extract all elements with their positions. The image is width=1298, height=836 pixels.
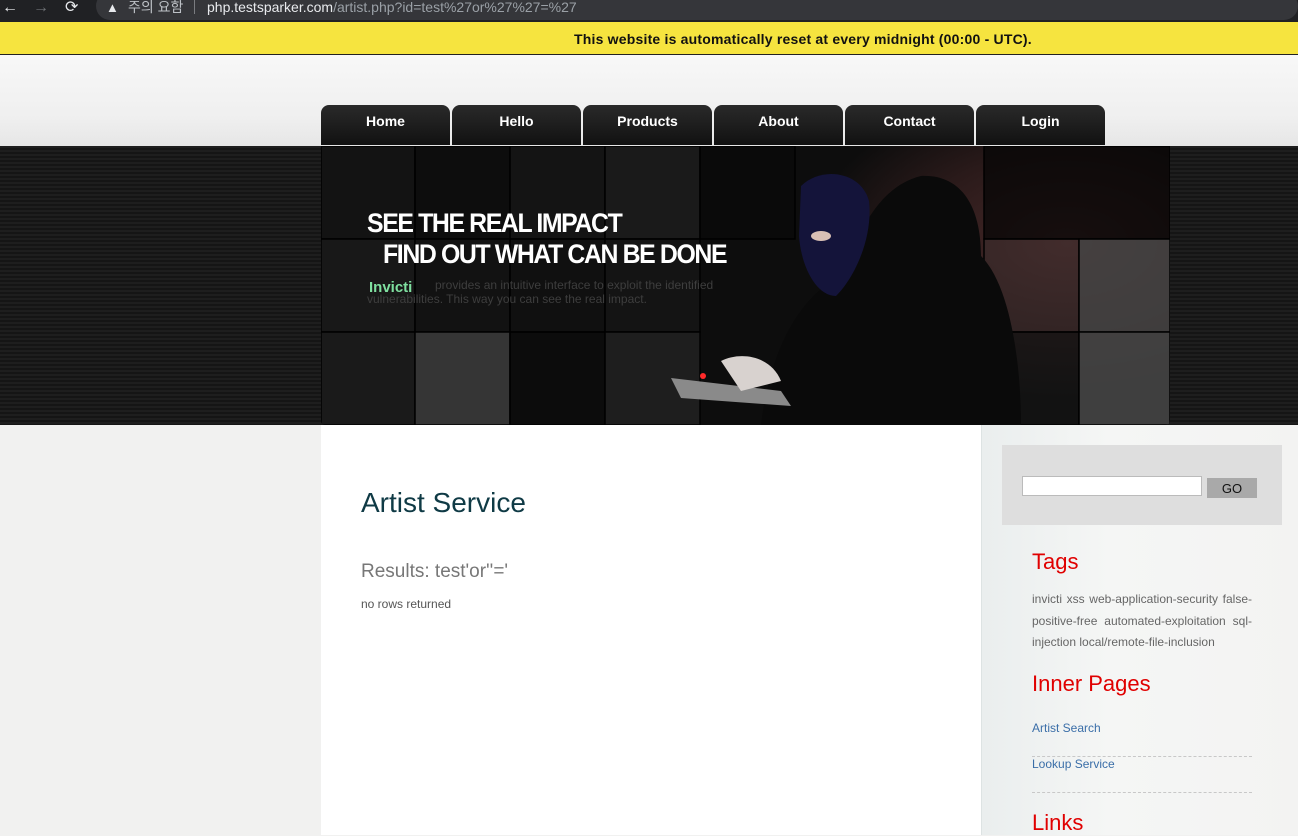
- back-arrow-icon[interactable]: ←: [2, 0, 18, 16]
- nav-tab-products[interactable]: Products: [583, 105, 712, 145]
- url-text[interactable]: php.testsparker.com/artist.php?id=test%2…: [207, 0, 577, 15]
- tag-link[interactable]: local/remote-file-inclusion: [1079, 635, 1214, 649]
- reload-icon[interactable]: ⟳: [65, 0, 78, 16]
- main-content: Artist Service Results: test'or''=' no r…: [321, 425, 981, 835]
- url-host: php.testsparker.com: [207, 0, 334, 15]
- tag-link[interactable]: web-application-security: [1089, 592, 1218, 606]
- results-heading: Results: test'or''=': [361, 561, 509, 582]
- links-heading: Links: [1032, 810, 1084, 835]
- hero-description-text: provides an intuitive interface to explo…: [367, 278, 714, 306]
- url-path: /artist.php?id=test%27or%27%27=%27: [333, 0, 577, 15]
- nav-tab-contact[interactable]: Contact: [845, 105, 974, 145]
- nav-tab-login[interactable]: Login: [976, 105, 1105, 145]
- inner-link-artist-search[interactable]: Artist Search: [1032, 721, 1252, 757]
- tag-link[interactable]: invicti: [1032, 592, 1062, 606]
- reset-notice-banner: This website is automatically reset at e…: [0, 22, 1298, 55]
- hero-description: provides an intuitive interface to explo…: [367, 278, 757, 306]
- tag-link[interactable]: automated-exploitation: [1104, 614, 1225, 628]
- hero-headline-2: FIND OUT WHAT CAN BE DONE: [383, 239, 728, 269]
- warning-icon[interactable]: ▲: [106, 1, 119, 14]
- no-rows-message: no rows returned: [361, 597, 452, 611]
- inner-link-label[interactable]: Artist Search: [1032, 721, 1101, 735]
- inner-link-label[interactable]: Lookup Service: [1032, 757, 1115, 771]
- tag-link[interactable]: xss: [1067, 592, 1085, 606]
- browser-toolbar: ← → ⟳ ▲ 주의 요함 php.testsparker.com/artist…: [0, 0, 1298, 22]
- hero-headline-1: SEE THE REAL IMPACT: [367, 208, 623, 238]
- inner-pages-heading: Inner Pages: [1032, 671, 1151, 696]
- address-separator: [194, 0, 195, 14]
- search-box: GO: [1002, 445, 1282, 525]
- forward-arrow-icon[interactable]: →: [33, 0, 49, 16]
- nav-tab-home[interactable]: Home: [321, 105, 450, 145]
- nav-tab-hello[interactable]: Hello: [452, 105, 581, 145]
- search-input[interactable]: [1022, 476, 1202, 496]
- tags-heading: Tags: [1032, 549, 1079, 574]
- reset-notice-text: This website is automatically reset at e…: [574, 31, 1032, 47]
- security-warning-label[interactable]: 주의 요함: [128, 0, 183, 15]
- sidebar: GO Tags invicti xss web-application-secu…: [981, 425, 1298, 835]
- hero-banner: SEE THE REAL IMPACT FIND OUT WHAT CAN BE…: [321, 146, 1170, 425]
- page-title: Artist Service: [361, 487, 526, 518]
- address-bar[interactable]: ▲ 주의 요함 php.testsparker.com/artist.php?i…: [96, 0, 1298, 20]
- inner-link-lookup-service[interactable]: Lookup Service: [1032, 757, 1252, 793]
- tag-cloud: invicti xss web-application-security fal…: [1032, 589, 1252, 654]
- nav-tab-about[interactable]: About: [714, 105, 843, 145]
- search-go-button[interactable]: GO: [1207, 478, 1257, 498]
